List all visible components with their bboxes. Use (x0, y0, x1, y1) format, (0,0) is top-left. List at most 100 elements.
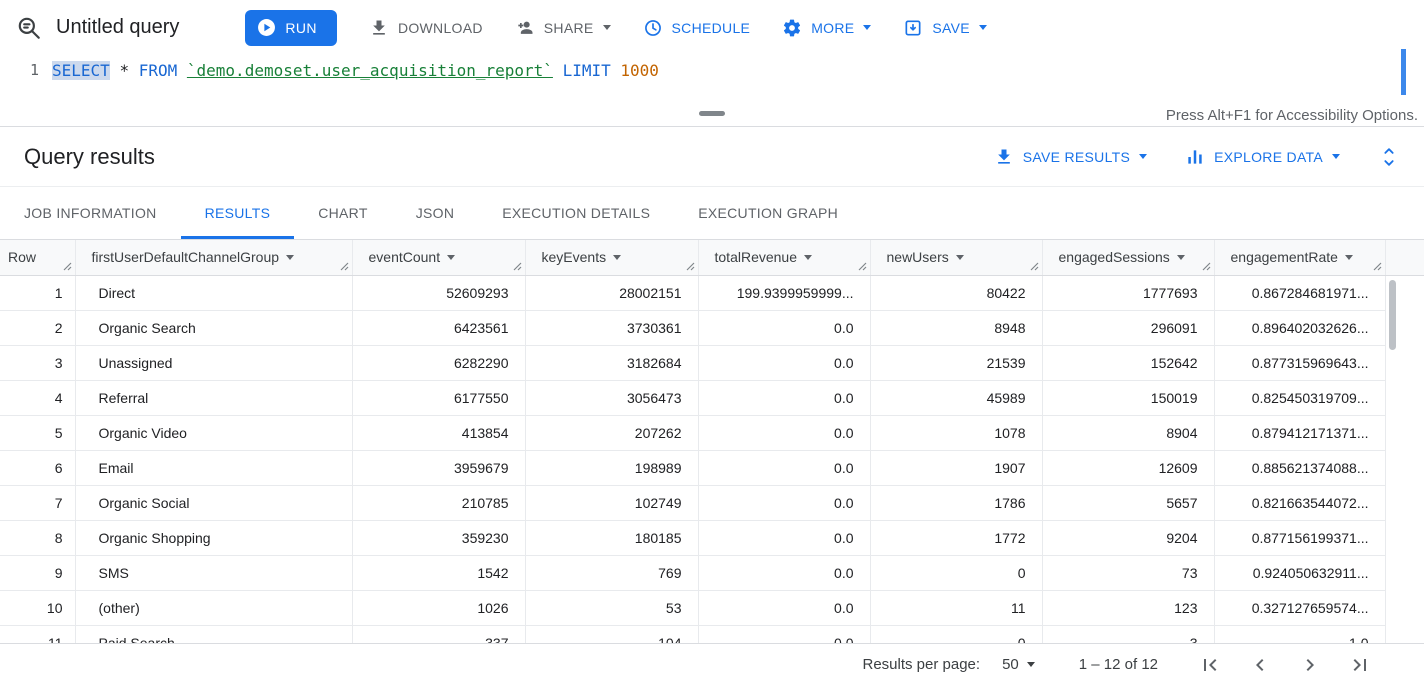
results-header: Query results SAVE RESULTS EXPLORE DATA (0, 127, 1424, 187)
query-icon (16, 15, 42, 41)
table-cell: 0.327127659574... (1214, 590, 1385, 625)
tab-execution-graph[interactable]: EXECUTION GRAPH (674, 187, 862, 239)
column-menu-icon[interactable] (804, 255, 812, 260)
first-page-button[interactable] (1198, 653, 1222, 677)
table-cell: 1542 (352, 555, 525, 590)
column-header-row[interactable]: Row (0, 240, 75, 275)
previous-page-button[interactable] (1248, 653, 1272, 677)
table-cell: 0.0 (698, 345, 870, 380)
column-header-engaged-sessions[interactable]: engagedSessions (1042, 240, 1214, 275)
table-cell: Paid Search (75, 625, 352, 643)
table-cell: 6423561 (352, 310, 525, 345)
column-menu-icon[interactable] (1177, 255, 1185, 260)
results-tbody: 1Direct5260929328002151199.9399959999...… (0, 275, 1424, 643)
table-cell: 3959679 (352, 450, 525, 485)
column-resize-icon[interactable] (858, 262, 867, 271)
row-number-cell: 5 (0, 415, 75, 450)
save-button[interactable]: SAVE (903, 18, 987, 38)
table-cell: 1786 (870, 485, 1042, 520)
table-cell: 0.0 (698, 380, 870, 415)
table-cell: 8904 (1042, 415, 1214, 450)
sql-code-line[interactable]: SELECT * FROM `demo.demoset.user_acquisi… (52, 55, 659, 105)
sql-keyword-from: FROM (139, 61, 178, 80)
table-row: 3Unassigned628229031826840.0215391526420… (0, 345, 1424, 380)
save-icon (903, 18, 923, 38)
tab-job-information[interactable]: JOB INFORMATION (0, 187, 181, 239)
column-header-total-revenue[interactable]: totalRevenue (698, 240, 870, 275)
editor-scrollbar[interactable] (1401, 49, 1406, 95)
first-page-icon (1198, 665, 1222, 680)
column-menu-icon[interactable] (447, 255, 455, 260)
column-label: newUsers (887, 249, 949, 265)
table-cell: 0.896402032626... (1214, 310, 1385, 345)
tab-execution-details[interactable]: EXECUTION DETAILS (478, 187, 674, 239)
column-header-new-users[interactable]: newUsers (870, 240, 1042, 275)
download-icon (369, 18, 389, 38)
row-number-cell: 1 (0, 275, 75, 310)
column-resize-icon[interactable] (1202, 262, 1211, 271)
column-label: engagementRate (1231, 249, 1338, 265)
table-cell: 0.0 (698, 485, 870, 520)
column-resize-icon[interactable] (686, 262, 695, 271)
column-resize-icon[interactable] (1373, 262, 1382, 271)
table-row: 7Organic Social2107851027490.0178656570.… (0, 485, 1424, 520)
column-header-key-events[interactable]: keyEvents (525, 240, 698, 275)
column-header-channel-group[interactable]: firstUserDefaultChannelGroup (75, 240, 352, 275)
chevron-down-icon (863, 25, 871, 30)
next-page-button[interactable] (1298, 653, 1322, 677)
results-title: Query results (24, 144, 155, 170)
column-header-event-count[interactable]: eventCount (352, 240, 525, 275)
column-menu-icon[interactable] (286, 255, 294, 260)
results-per-page-label: Results per page: (863, 656, 981, 673)
last-page-button[interactable] (1348, 653, 1372, 677)
panel-resize-handle[interactable] (699, 111, 725, 116)
column-menu-icon[interactable] (613, 255, 621, 260)
column-resize-icon[interactable] (63, 262, 72, 271)
chevron-right-icon (1298, 665, 1322, 680)
sql-editor[interactable]: 1 SELECT * FROM `demo.demoset.user_acqui… (0, 55, 1424, 105)
bigquery-query-page: Untitled query RUN DOWNLOAD SHARE (0, 0, 1424, 685)
table-row: 8Organic Shopping3592301801850.017729204… (0, 520, 1424, 555)
column-resize-icon[interactable] (340, 262, 349, 271)
table-cell: 1777693 (1042, 275, 1214, 310)
table-cell: 3730361 (525, 310, 698, 345)
column-label: eventCount (369, 249, 441, 265)
table-cell: 199.9399959999... (698, 275, 870, 310)
filler-cell (1385, 415, 1424, 450)
column-resize-icon[interactable] (1030, 262, 1039, 271)
table-cell: 0.0 (698, 450, 870, 485)
run-button[interactable]: RUN (245, 10, 337, 46)
schedule-button[interactable]: SCHEDULE (643, 18, 751, 38)
share-button[interactable]: SHARE (515, 18, 611, 38)
save-results-button[interactable]: SAVE RESULTS (994, 147, 1147, 167)
column-header-engagement-rate[interactable]: engagementRate (1214, 240, 1385, 275)
unfold-more-icon (1378, 146, 1400, 168)
explore-data-button[interactable]: EXPLORE DATA (1185, 147, 1340, 167)
tab-json[interactable]: JSON (392, 187, 479, 239)
column-label: engagedSessions (1059, 249, 1170, 265)
expand-results-button[interactable] (1378, 146, 1400, 168)
table-cell: 0 (870, 555, 1042, 590)
table-cell: 3 (1042, 625, 1214, 643)
column-menu-icon[interactable] (1345, 255, 1353, 260)
sql-table-ref-link[interactable]: `demo.demoset.user_acquisition_report` (187, 61, 553, 80)
tab-results[interactable]: RESULTS (181, 187, 295, 239)
table-cell: 8948 (870, 310, 1042, 345)
column-resize-icon[interactable] (513, 262, 522, 271)
table-cell: 21539 (870, 345, 1042, 380)
table-cell: 5657 (1042, 485, 1214, 520)
table-cell: 1772 (870, 520, 1042, 555)
table-cell: 152642 (1042, 345, 1214, 380)
table-cell: 1907 (870, 450, 1042, 485)
more-button[interactable]: MORE (782, 18, 871, 38)
download-button[interactable]: DOWNLOAD (369, 18, 483, 38)
table-scrollbar[interactable] (1389, 280, 1396, 350)
table-cell: 0.821663544072... (1214, 485, 1385, 520)
tab-chart[interactable]: CHART (294, 187, 391, 239)
table-cell: Direct (75, 275, 352, 310)
column-menu-icon[interactable] (956, 255, 964, 260)
page-size-select[interactable]: 50 (1002, 656, 1035, 673)
last-page-icon (1348, 665, 1372, 680)
table-cell: 0.0 (698, 310, 870, 345)
table-cell: 0.0 (698, 625, 870, 643)
